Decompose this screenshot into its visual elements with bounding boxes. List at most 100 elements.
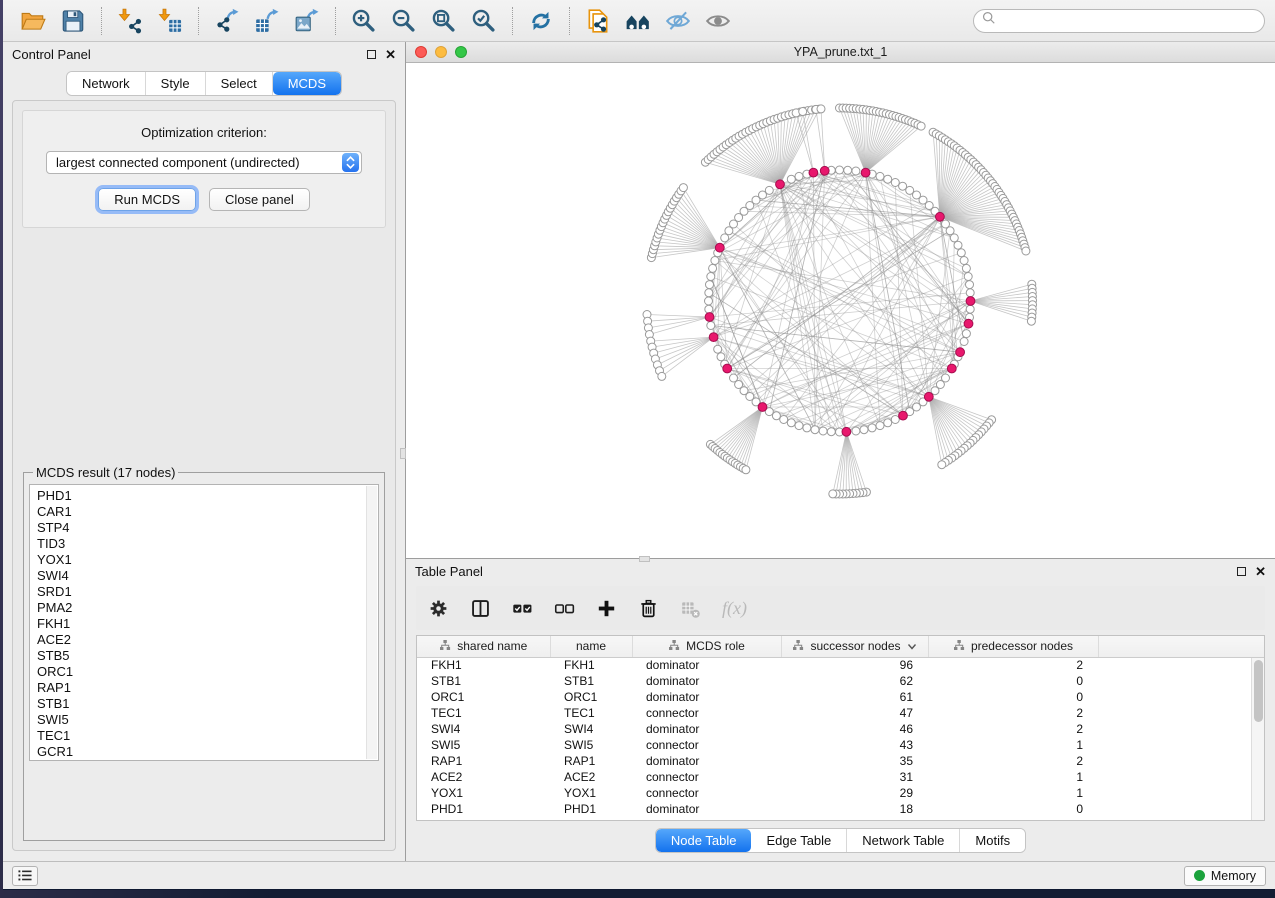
graph-node[interactable] — [717, 353, 725, 361]
table-cell[interactable]: dominator — [632, 801, 781, 817]
graph-mcds-node[interactable] — [861, 168, 870, 177]
table-cell[interactable]: 1 — [928, 785, 1098, 801]
graph-node[interactable] — [827, 428, 835, 436]
tab-network-table[interactable]: Network Table — [847, 829, 960, 852]
column-header-name[interactable]: name — [550, 636, 632, 657]
table-cell[interactable]: 2 — [928, 657, 1098, 673]
deselect-all-icon[interactable] — [554, 598, 575, 619]
table-row[interactable]: ORC1ORC1dominator610 — [417, 689, 1264, 705]
export-network-icon[interactable] — [207, 5, 247, 37]
mcds-result-item[interactable]: SWI4 — [37, 568, 378, 584]
graph-node[interactable] — [884, 175, 892, 183]
close-table-panel-icon[interactable]: ✕ — [1255, 567, 1266, 576]
table-cell[interactable]: 96 — [781, 657, 928, 673]
open-file-icon[interactable] — [13, 5, 53, 37]
column-header-shared-name[interactable]: shared name — [417, 636, 550, 657]
table-cell[interactable]: 35 — [781, 753, 928, 769]
graph-mcds-node[interactable] — [715, 243, 724, 252]
graph-leaf-node[interactable] — [817, 105, 825, 113]
table-row[interactable]: TEC1TEC1connector472 — [417, 705, 1264, 721]
tab-node-table[interactable]: Node Table — [656, 829, 752, 852]
table-cell[interactable]: 2 — [928, 705, 1098, 721]
tab-mcds[interactable]: MCDS — [273, 72, 341, 95]
memory-button[interactable]: Memory — [1184, 866, 1266, 886]
tab-edge-table[interactable]: Edge Table — [751, 829, 847, 852]
run-mcds-button[interactable]: Run MCDS — [98, 188, 196, 211]
mcds-result-item[interactable]: GCR1 — [37, 744, 378, 760]
graph-node[interactable] — [960, 338, 968, 346]
graph-mcds-node[interactable] — [809, 168, 818, 177]
table-row[interactable]: SWI5SWI5connector431 — [417, 737, 1264, 753]
graph-node[interactable] — [891, 416, 899, 424]
graph-leaf-node[interactable] — [679, 184, 687, 192]
graph-node[interactable] — [852, 427, 860, 435]
table-cell[interactable]: 43 — [781, 737, 928, 753]
table-cell[interactable]: 1 — [928, 769, 1098, 785]
graph-node[interactable] — [962, 330, 970, 338]
minimize-window-icon[interactable] — [435, 46, 447, 58]
vertical-splitter-handle[interactable] — [400, 448, 406, 459]
table-row[interactable]: ACE2ACE2connector311 — [417, 769, 1264, 785]
graph-node[interactable] — [711, 257, 719, 265]
table-cell[interactable]: dominator — [632, 657, 781, 673]
table-cell[interactable]: 31 — [781, 769, 928, 785]
select-all-icon[interactable] — [512, 598, 533, 619]
table-row[interactable]: SWI4SWI4dominator462 — [417, 721, 1264, 737]
table-cell[interactable]: YOX1 — [417, 785, 550, 801]
table-cell[interactable]: connector — [632, 785, 781, 801]
table-cell[interactable]: 1 — [928, 737, 1098, 753]
table-cell[interactable]: dominator — [632, 689, 781, 705]
save-session-icon[interactable] — [53, 5, 93, 37]
graph-leaf-node[interactable] — [658, 372, 666, 380]
graph-mcds-node[interactable] — [964, 319, 973, 328]
table-cell[interactable]: TEC1 — [550, 705, 632, 721]
network-graph[interactable] — [406, 63, 1275, 558]
graph-mcds-node[interactable] — [820, 166, 829, 175]
graph-node[interactable] — [946, 227, 954, 235]
table-scrollbar[interactable] — [1251, 658, 1264, 820]
graph-node[interactable] — [730, 374, 738, 382]
refresh-icon[interactable] — [521, 5, 561, 37]
mcds-result-item[interactable]: ORC1 — [37, 664, 378, 680]
graph-node[interactable] — [705, 305, 713, 313]
close-panel-button[interactable]: Close panel — [209, 188, 310, 211]
table-cell[interactable]: YOX1 — [550, 785, 632, 801]
table-cell[interactable]: connector — [632, 737, 781, 753]
table-cell[interactable]: FKH1 — [550, 657, 632, 673]
graph-mcds-node[interactable] — [709, 333, 718, 342]
graph-mcds-node[interactable] — [776, 180, 785, 189]
mcds-list-scrollbar[interactable] — [366, 486, 377, 759]
graph-node[interactable] — [706, 281, 714, 289]
table-cell[interactable]: 0 — [928, 689, 1098, 705]
table-cell[interactable]: ORC1 — [550, 689, 632, 705]
graph-leaf-node[interactable] — [938, 461, 946, 469]
table-cell[interactable]: 62 — [781, 673, 928, 689]
graph-node[interactable] — [721, 234, 729, 242]
table-cell[interactable]: 46 — [781, 721, 928, 737]
tab-motifs[interactable]: Motifs — [960, 829, 1025, 852]
search-network-icon[interactable] — [618, 5, 658, 37]
mcds-result-item[interactable]: ACE2 — [37, 632, 378, 648]
table-cell[interactable]: ACE2 — [550, 769, 632, 785]
graph-node[interactable] — [819, 427, 827, 435]
mcds-result-item[interactable]: STP4 — [37, 520, 378, 536]
table-cell[interactable]: PHD1 — [550, 801, 632, 817]
mcds-result-item[interactable]: PMA2 — [37, 600, 378, 616]
graph-node[interactable] — [868, 424, 876, 432]
table-cell[interactable]: 2 — [928, 753, 1098, 769]
table-cell[interactable]: RAP1 — [417, 753, 550, 769]
graph-node[interactable] — [844, 166, 852, 174]
graph-mcds-node[interactable] — [936, 212, 945, 221]
table-cell[interactable]: connector — [632, 705, 781, 721]
share-document-icon[interactable] — [578, 5, 618, 37]
search-box[interactable] — [973, 9, 1265, 33]
maximize-window-icon[interactable] — [455, 46, 467, 58]
table-cell[interactable]: STB1 — [417, 673, 550, 689]
graph-node[interactable] — [836, 166, 844, 174]
hide-graphics-details-icon[interactable] — [658, 5, 698, 37]
table-cell[interactable]: ORC1 — [417, 689, 550, 705]
table-cell[interactable]: 29 — [781, 785, 928, 801]
graph-node[interactable] — [876, 422, 884, 430]
mcds-result-item[interactable]: STB1 — [37, 696, 378, 712]
network-canvas[interactable] — [406, 63, 1275, 558]
